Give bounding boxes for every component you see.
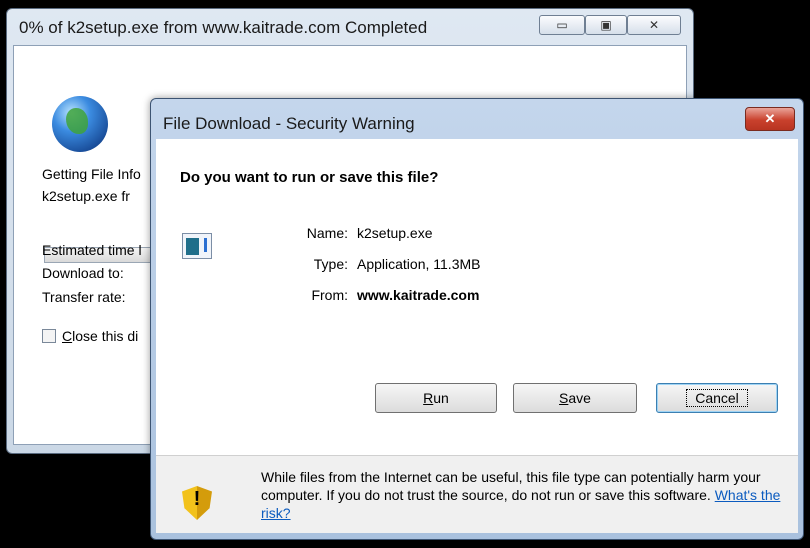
warning-text: While files from the Internet can be use… (261, 468, 791, 522)
dialog-question: Do you want to run or save this file? (180, 169, 439, 186)
file-source-label: k2setup.exe fr (42, 188, 130, 204)
warning-panel: ! While files from the Internet can be u… (156, 456, 798, 533)
getting-file-info-label: Getting File Info (42, 166, 141, 182)
exclamation-icon: ! (193, 488, 201, 510)
download-window-title: 0% of k2setup.exe from www.kaitrade.com … (19, 18, 428, 37)
run-mnemonic: R (423, 390, 434, 406)
minimize-icon: ▭ (556, 18, 568, 32)
from-label: From: (311, 287, 348, 303)
security-warning-dialog: File Download - Security Warning ✕ Do yo… (150, 98, 804, 540)
dialog-close-button[interactable]: ✕ (745, 107, 795, 131)
globe-icon (52, 96, 108, 152)
maximize-icon: ▣ (600, 18, 612, 32)
dialog-title: File Download - Security Warning (163, 114, 415, 133)
transfer-rate-label: Transfer rate: (42, 289, 126, 305)
close-label-rest: lose this di (72, 328, 139, 344)
save-mnemonic: S (559, 390, 569, 406)
close-window-button[interactable]: ✕ (627, 15, 681, 35)
close-when-done-checkbox[interactable] (42, 329, 56, 343)
dialog-body: Do you want to run or save this file? Na… (156, 139, 798, 533)
run-button[interactable]: Run (375, 383, 497, 413)
estimated-time-label: Estimated time l (42, 242, 142, 258)
cancel-label: Cancel (686, 389, 748, 407)
minimize-button[interactable]: ▭ (539, 15, 585, 35)
close-icon: ✕ (648, 18, 660, 32)
warning-message: While files from the Internet can be use… (261, 469, 761, 503)
type-label: Type: (313, 256, 348, 272)
download-to-label: Download to: (42, 265, 124, 281)
application-file-icon (182, 233, 212, 259)
cancel-button[interactable]: Cancel (656, 383, 778, 413)
save-label-rest: ave (568, 390, 591, 406)
close-icon: ✕ (764, 111, 776, 126)
close-mnemonic: C (62, 328, 73, 344)
save-button[interactable]: Save (513, 383, 637, 413)
run-label-rest: un (433, 390, 449, 406)
name-value: k2setup.exe (357, 225, 433, 241)
close-when-done-label[interactable]: Close this di (62, 328, 138, 344)
type-value: Application, 11.3MB (357, 256, 481, 272)
maximize-button[interactable]: ▣ (585, 15, 627, 35)
name-label: Name: (306, 225, 348, 241)
from-value: www.kaitrade.com (357, 287, 480, 303)
